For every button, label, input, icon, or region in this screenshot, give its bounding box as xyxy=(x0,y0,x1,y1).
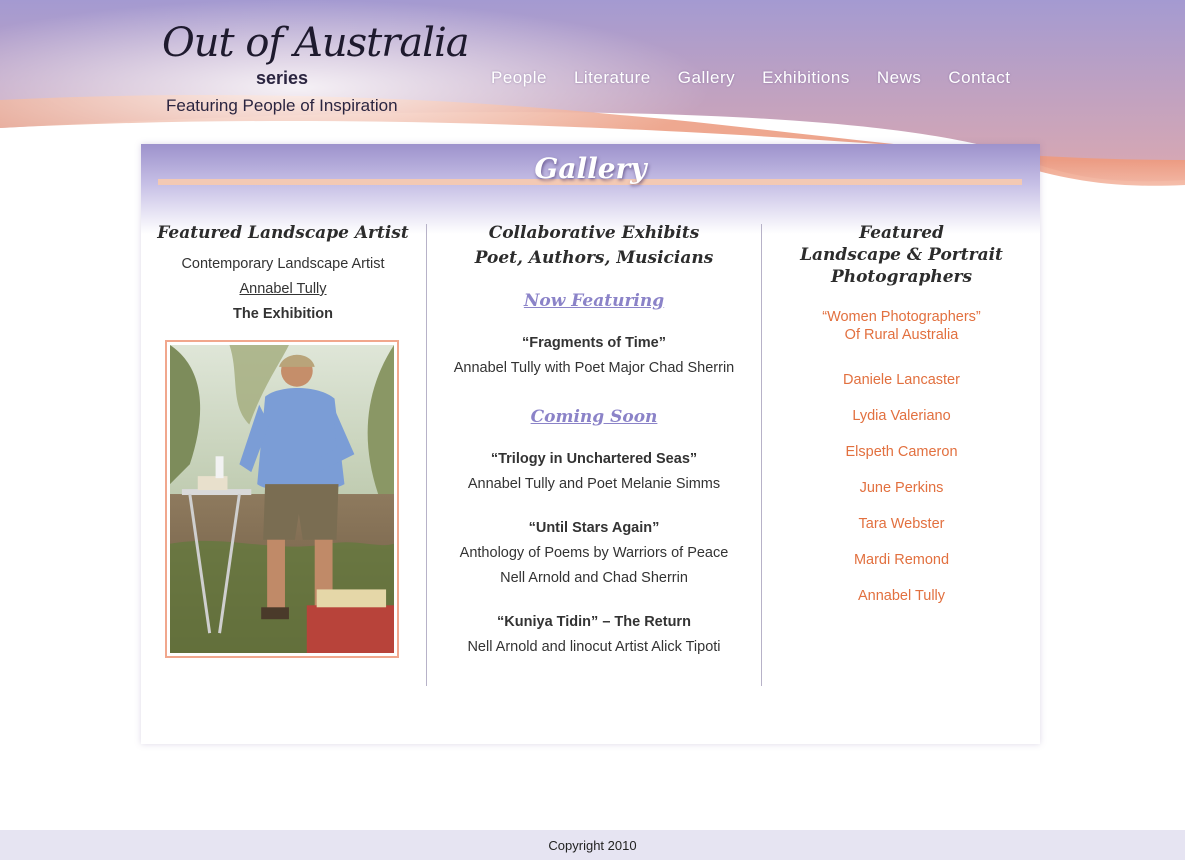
photographer-group-subtitle[interactable]: Of Rural Australia xyxy=(763,326,1040,344)
photographer-link[interactable]: Elspeth Cameron xyxy=(763,434,1040,470)
photographer-link[interactable]: Annabel Tully xyxy=(763,578,1040,614)
upcoming-title: “Trilogy in Unchartered Seas” xyxy=(490,451,698,467)
logo-tagline: Featuring People of Inspiration xyxy=(166,96,398,115)
artist-photo-frame xyxy=(165,340,399,658)
upcoming-title: “Kuniya Tidin” – The Return xyxy=(497,614,691,630)
now-featuring-title: “Fragments of Time” xyxy=(522,335,666,351)
logo-series-label: series xyxy=(256,68,309,88)
artist-link[interactable]: Annabel Tully xyxy=(239,281,326,297)
photographer-link[interactable]: Mardi Remond xyxy=(763,542,1040,578)
now-featuring-link[interactable]: Now Featuring xyxy=(524,291,664,311)
copyright-text: Copyright 2010 xyxy=(548,838,637,853)
artist-subtitle: Contemporary Landscape Artist xyxy=(181,256,385,272)
artist-photo xyxy=(170,345,394,653)
exhibition-label: The Exhibition xyxy=(233,306,333,322)
coming-soon-link[interactable]: Coming Soon xyxy=(531,407,658,427)
collab-heading-line2: Poet, Authors, Musicians xyxy=(474,248,714,268)
photographers-heading-line1: Featured xyxy=(859,223,944,243)
photographer-group-title[interactable]: “Women Photographers” xyxy=(763,308,1040,326)
nav-item-gallery[interactable]: Gallery xyxy=(678,68,735,88)
photographers-heading-line3: Photographers xyxy=(830,267,973,287)
featured-artist-column: Featured Landscape Artist Contemporary L… xyxy=(141,222,425,327)
upcoming-credit: Nell Arnold and linocut Artist Alick Tip… xyxy=(467,639,721,655)
nav-item-contact[interactable]: Contact xyxy=(948,68,1010,88)
nav-item-exhibitions[interactable]: Exhibitions xyxy=(762,68,850,88)
site-logo[interactable]: Out of Australia series Featuring People… xyxy=(160,12,470,122)
panel-header-band: Gallery xyxy=(141,144,1040,234)
logo-script-title: Out of Australia xyxy=(162,20,470,66)
collab-heading-line1: Collaborative Exhibits xyxy=(488,223,700,243)
gallery-panel: Gallery Featured Landscape Artist Contem… xyxy=(141,144,1040,744)
featured-artist-heading: Featured Landscape Artist xyxy=(157,223,409,243)
photographers-heading-line2: Landscape & Portrait xyxy=(800,245,1003,265)
page-title: Gallery xyxy=(534,152,647,185)
nav-item-people[interactable]: People xyxy=(491,68,547,88)
upcoming-credit: Annabel Tully and Poet Melanie Simms xyxy=(467,476,721,492)
featured-photographers-column: Featured Landscape & Portrait Photograph… xyxy=(763,222,1040,614)
site-footer: Copyright 2010 xyxy=(0,830,1185,860)
upcoming-credit: Anthology of Poems by Warriors of Peace xyxy=(459,545,729,561)
collaborative-exhibits-column: Collaborative Exhibits Poet, Authors, Mu… xyxy=(427,222,761,660)
photographer-link[interactable]: Daniele Lancaster xyxy=(763,362,1040,398)
column-divider xyxy=(761,224,762,686)
photographer-link[interactable]: June Perkins xyxy=(763,470,1040,506)
upcoming-credit: Nell Arnold and Chad Sherrin xyxy=(500,570,688,586)
nav-item-literature[interactable]: Literature xyxy=(574,68,651,88)
now-featuring-credit: Annabel Tully with Poet Major Chad Sherr… xyxy=(453,360,735,376)
upcoming-title: “Until Stars Again” xyxy=(528,520,660,536)
nav-item-news[interactable]: News xyxy=(877,68,922,88)
photographer-link[interactable]: Lydia Valeriano xyxy=(763,398,1040,434)
photographer-link[interactable]: Tara Webster xyxy=(763,506,1040,542)
main-nav: People Literature Gallery Exhibitions Ne… xyxy=(491,68,1010,88)
